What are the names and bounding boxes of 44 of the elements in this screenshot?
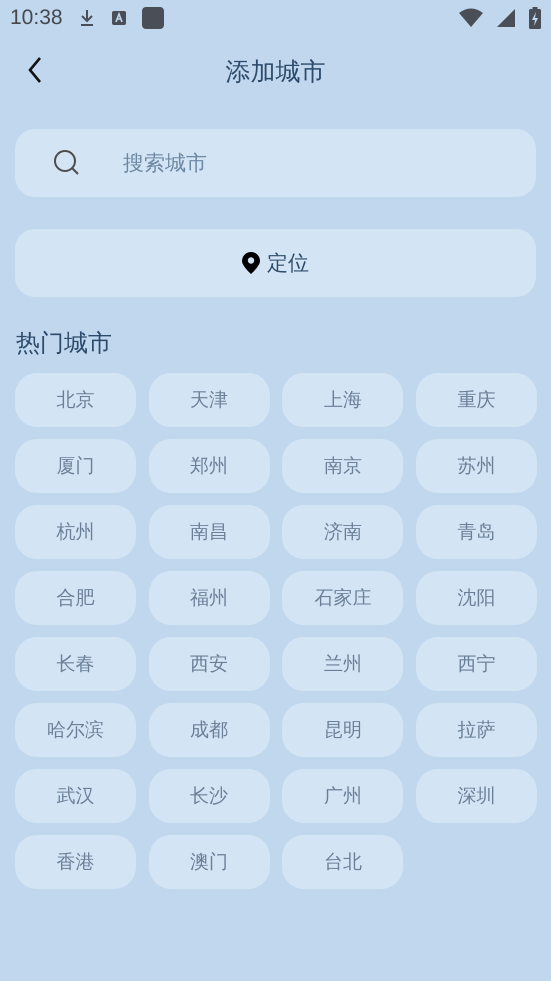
city-chip[interactable]: 长春	[15, 637, 136, 691]
city-chip[interactable]: 上海	[282, 373, 404, 427]
city-chip[interactable]: 石家庄	[282, 571, 404, 625]
city-chip[interactable]: 杭州	[15, 505, 136, 559]
city-chip[interactable]: 厦门	[15, 439, 136, 493]
city-chip[interactable]: 南昌	[148, 505, 270, 559]
city-chip[interactable]: 重庆	[416, 373, 538, 427]
city-chip[interactable]: 南京	[282, 439, 404, 493]
city-chip[interactable]: 香港	[15, 835, 136, 889]
city-chip[interactable]: 成都	[148, 703, 270, 757]
city-chip[interactable]: 天津	[148, 373, 270, 427]
city-chip[interactable]: 武汉	[15, 769, 136, 823]
search-icon	[53, 149, 81, 177]
city-chip[interactable]: 深圳	[416, 769, 538, 823]
city-chip[interactable]: 苏州	[416, 439, 538, 493]
status-time: 10:38	[10, 6, 63, 30]
battery-icon	[529, 7, 541, 29]
city-chip[interactable]: 郑州	[148, 439, 270, 493]
signal-icon	[497, 9, 515, 27]
section-title: 热门城市	[16, 328, 113, 359]
city-chip[interactable]: 福州	[148, 571, 270, 625]
city-chip[interactable]: 合肥	[15, 571, 136, 625]
city-chip[interactable]: 广州	[282, 769, 404, 823]
city-chip[interactable]: 哈尔滨	[15, 703, 136, 757]
location-pin-icon	[242, 252, 260, 274]
city-chip[interactable]: 西安	[148, 637, 270, 691]
search-field[interactable]: 搜索城市	[15, 129, 536, 197]
locate-button[interactable]: 定位	[15, 229, 536, 297]
city-chip[interactable]: 长沙	[148, 769, 270, 823]
city-chip[interactable]: 兰州	[282, 637, 404, 691]
city-chip[interactable]: 澳门	[148, 835, 270, 889]
city-chip[interactable]: 拉萨	[416, 703, 538, 757]
font-icon	[110, 10, 127, 26]
page-title: 添加城市	[226, 56, 326, 88]
city-chip[interactable]: 西宁	[416, 637, 538, 691]
wifi-icon	[459, 8, 483, 28]
city-chip[interactable]: 济南	[282, 505, 404, 559]
city-chip[interactable]: 昆明	[282, 703, 404, 757]
city-chip[interactable]: 台北	[282, 835, 404, 889]
city-chip[interactable]: 北京	[15, 373, 136, 427]
app-icon	[140, 6, 165, 30]
back-button[interactable]	[27, 56, 43, 84]
city-chip[interactable]: 沈阳	[416, 571, 538, 625]
city-chip[interactable]: 青岛	[416, 505, 538, 559]
